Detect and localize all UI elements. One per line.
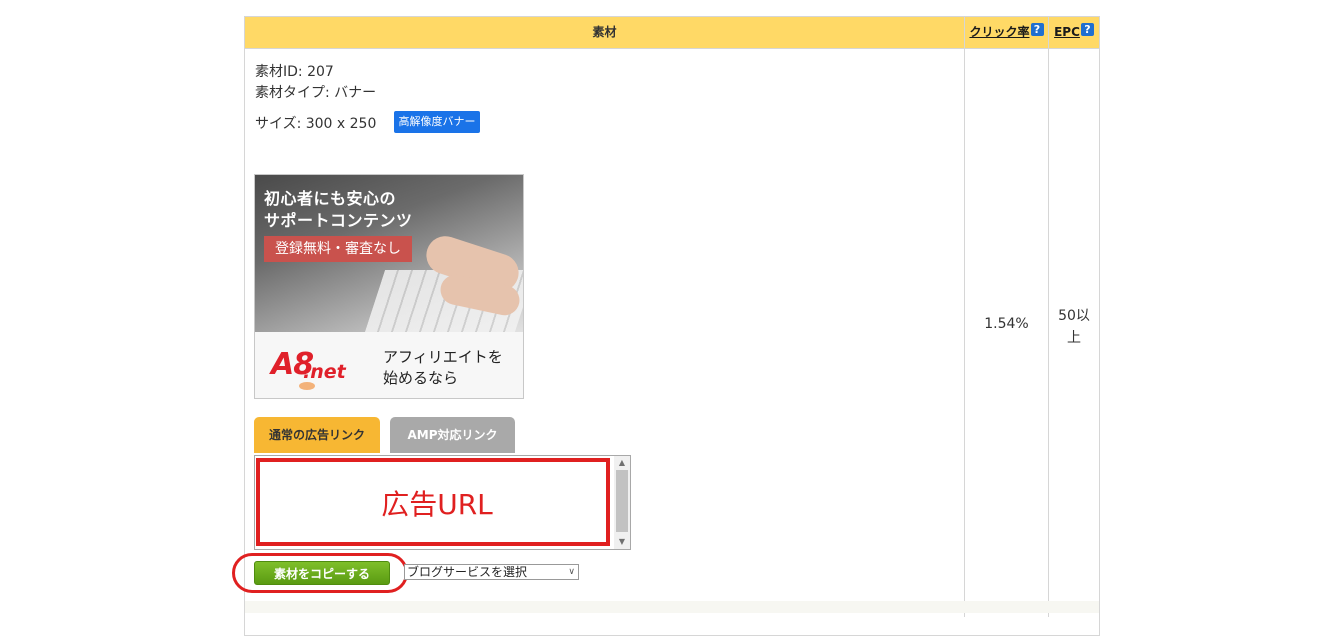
epc-value-line2: 上 [1067, 330, 1081, 346]
banner-free-label: 登録無料・審査なし [264, 236, 412, 262]
material-id: 素材ID: 207 [255, 64, 334, 80]
blog-service-select-value: ブログサービスを選択 [407, 565, 528, 579]
header-material: 素材 [592, 25, 617, 39]
scroll-down-icon[interactable]: ▼ [614, 535, 630, 549]
annotation-ad-url: 広告URL [381, 488, 493, 521]
banner-copy-1: アフィリエイトを [383, 348, 503, 366]
tab-amp-link[interactable]: AMP対応リンク [390, 417, 515, 453]
annotation-ellipse [232, 553, 408, 593]
epc-value-line1: 50以 [1058, 308, 1090, 324]
banner-copy-2: 始めるなら [383, 369, 459, 387]
material-size: サイズ: 300 x 250 [255, 116, 377, 132]
blog-service-select[interactable]: ブログサービスを選択 ∨ [404, 564, 579, 580]
material-type: 素材タイプ: バナー [255, 85, 377, 101]
scroll-up-icon[interactable]: ▲ [614, 456, 630, 470]
a8-logo-mark [299, 382, 315, 390]
high-resolution-badge: 高解像度バナー [394, 111, 480, 133]
a8-logo-net: .net [303, 361, 346, 383]
row-divider [245, 48, 1099, 49]
header-click-rate[interactable]: クリック率? [965, 17, 1048, 48]
chevron-down-icon: ∨ [568, 567, 575, 577]
tab-normal-link[interactable]: 通常の広告リンク [254, 417, 380, 453]
header-epc[interactable]: EPC? [1049, 17, 1099, 48]
banner-preview: 初心者にも安心の サポートコンテンツ 登録無料・審査なし A8 .net アフィ… [254, 174, 524, 399]
banner-headline-2: サポートコンテンツ [264, 211, 413, 230]
epc-sort-link[interactable]: EPC [1054, 25, 1080, 39]
help-icon[interactable]: ? [1030, 23, 1044, 36]
banner-headline-1: 初心者にも安心の [264, 189, 397, 208]
help-icon[interactable]: ? [1080, 23, 1094, 36]
click-rate-value: 1.54% [984, 316, 1029, 332]
click-rate-sort-link[interactable]: クリック率 [969, 25, 1029, 39]
next-row [245, 601, 1099, 613]
